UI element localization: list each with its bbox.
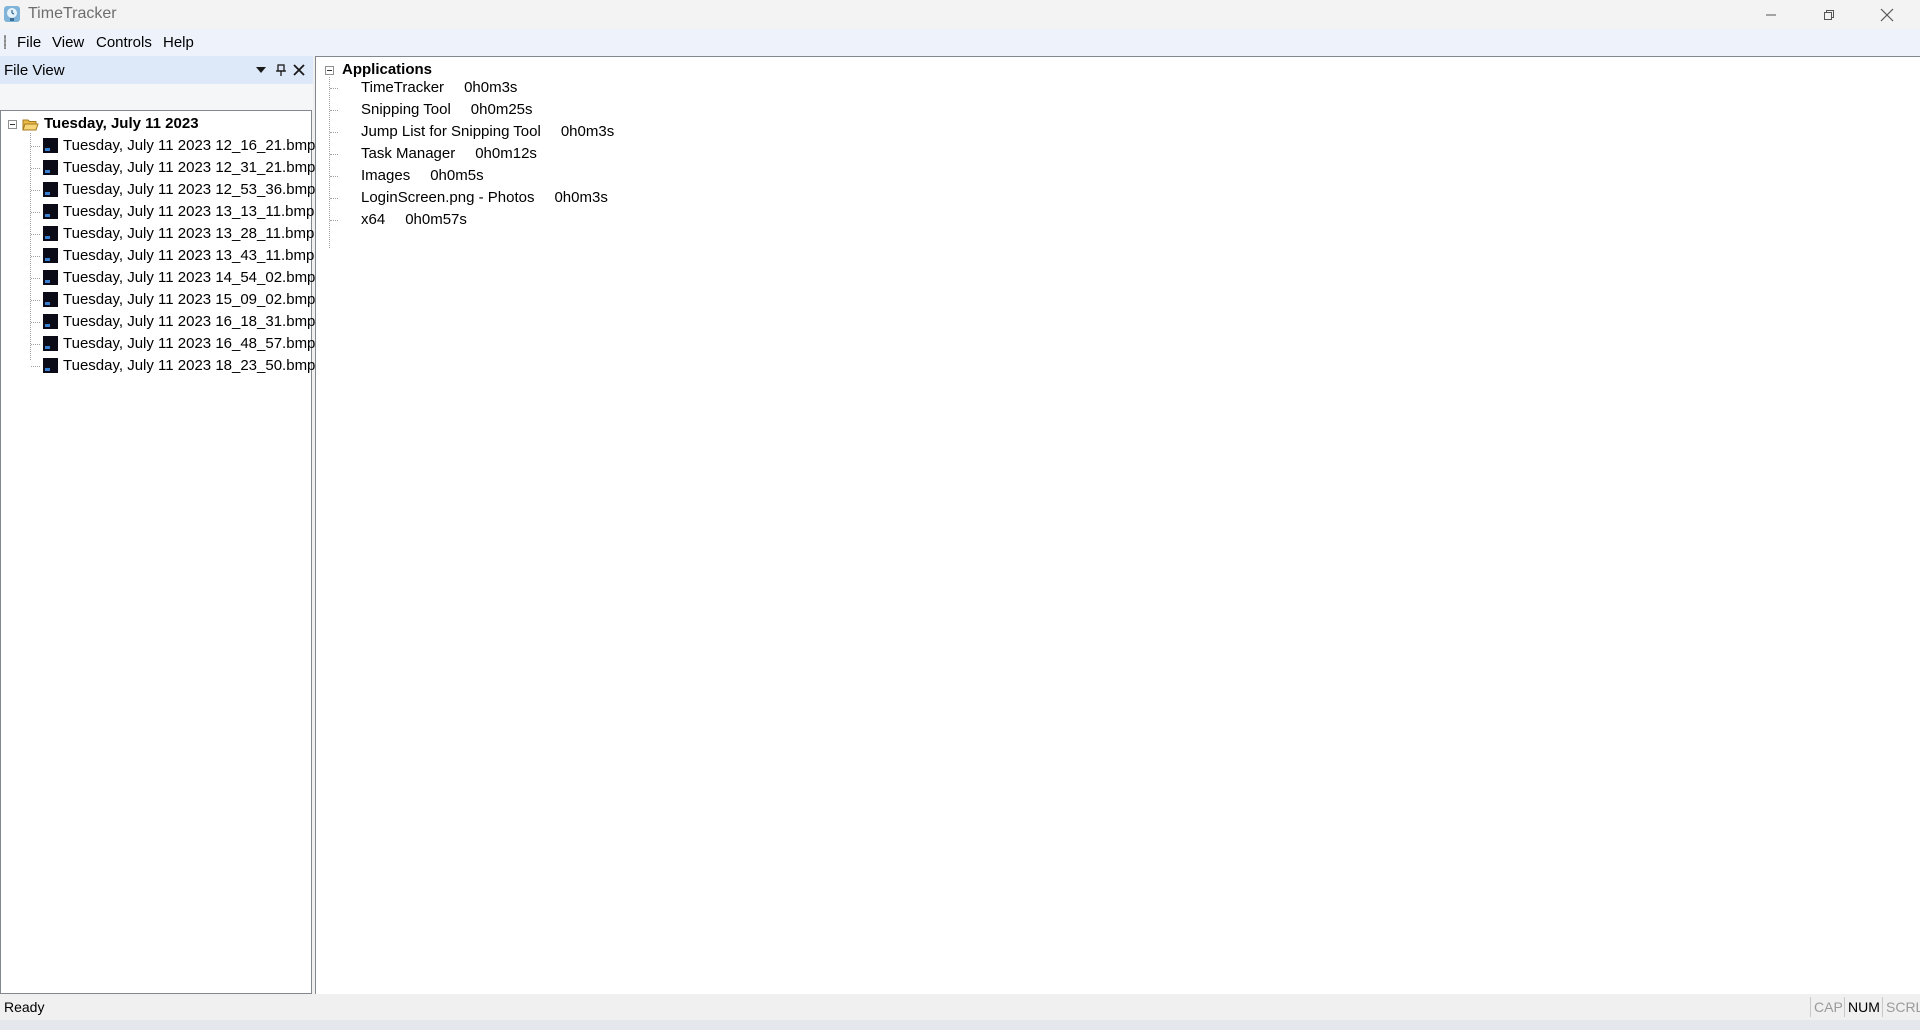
menu-bar: File View Controls Help (0, 29, 1920, 56)
tree-connector (31, 366, 40, 367)
file-node[interactable]: Tuesday, July 11 2023 16_48_57.bmp (63, 333, 315, 355)
file-node[interactable]: Tuesday, July 11 2023 13_43_11.bmp (63, 245, 314, 267)
menu-file[interactable]: File (17, 34, 41, 51)
bitmap-file-icon (43, 204, 58, 219)
bitmap-file-icon (43, 292, 58, 307)
menu-help[interactable]: Help (163, 34, 194, 51)
scroll-lock-indicator: SCRL (1882, 997, 1920, 1017)
tree-connector (31, 190, 40, 191)
tree-connector (31, 146, 40, 147)
file-view-pane: File View Tuesday, July 11 2023 Tuesday,… (0, 56, 315, 994)
tree-connector (330, 198, 338, 199)
application-name: Images (361, 167, 411, 184)
file-node[interactable]: Tuesday, July 11 2023 12_53_36.bmp (63, 179, 315, 201)
tree-connector (31, 168, 40, 169)
tree-connector (31, 212, 40, 213)
application-duration: 0h0m3s (554, 189, 608, 206)
tree-connector (330, 220, 338, 221)
bitmap-file-icon (43, 226, 58, 241)
close-icon (1880, 8, 1894, 21)
tree-connector (330, 110, 338, 111)
title-bar[interactable]: TimeTracker (0, 0, 1920, 29)
tree-connector (31, 234, 40, 235)
applications-pane[interactable]: Applications TimeTracker 0h0m3s Snipping T… (315, 56, 1920, 994)
bitmap-file-icon (43, 138, 58, 153)
application-node[interactable]: Jump List for Snipping Tool 0h0m3s (361, 121, 614, 143)
tree-connector (330, 154, 338, 155)
tree-connector (330, 132, 338, 133)
tree-connector (31, 300, 40, 301)
application-name: Task Manager (361, 145, 456, 162)
file-tree[interactable]: Tuesday, July 11 2023 Tuesday, July 11 2… (0, 110, 315, 994)
file-view-toolbar (0, 84, 313, 110)
pin-icon[interactable] (274, 63, 288, 77)
date-folder-node[interactable]: Tuesday, July 11 2023 (44, 113, 199, 135)
application-node[interactable]: Task Manager 0h0m12s (361, 143, 537, 165)
status-text: Ready (4, 999, 45, 1015)
file-node[interactable]: Tuesday, July 11 2023 18_23_50.bmp (63, 355, 315, 377)
taskbar-edge (0, 1020, 1920, 1030)
caps-lock-indicator: CAP (1810, 997, 1846, 1017)
file-node[interactable]: Tuesday, July 11 2023 14_54_02.bmp (63, 267, 315, 289)
dropdown-arrow-icon[interactable] (254, 63, 268, 77)
bitmap-file-icon (43, 248, 58, 263)
application-name: x64 (361, 211, 386, 228)
file-node[interactable]: Tuesday, July 11 2023 12_31_21.bmp (63, 157, 315, 179)
window-title: TimeTracker (28, 5, 117, 22)
bitmap-file-icon (43, 160, 58, 175)
status-bar: Ready CAP NUM SCRL (0, 994, 1920, 1020)
file-node[interactable]: Tuesday, July 11 2023 12_16_21.bmp (63, 135, 315, 157)
bitmap-file-icon (43, 314, 58, 329)
bitmap-file-icon (43, 182, 58, 197)
file-node[interactable]: Tuesday, July 11 2023 15_09_02.bmp (63, 289, 315, 311)
menu-grip[interactable] (4, 35, 6, 49)
restore-button[interactable] (1800, 0, 1858, 29)
application-name: TimeTracker (361, 79, 445, 96)
application-node[interactable]: TimeTracker 0h0m3s (361, 77, 517, 99)
application-duration: 0h0m3s (464, 79, 518, 96)
application-duration: 0h0m25s (470, 101, 533, 118)
tree-connector (330, 88, 338, 89)
restore-icon (1824, 9, 1834, 20)
bitmap-file-icon (43, 358, 58, 373)
tree-connector (31, 344, 40, 345)
applications-collapse-toggle[interactable] (325, 66, 334, 75)
open-folder-icon (22, 119, 39, 131)
menu-view[interactable]: View (52, 34, 84, 51)
bitmap-file-icon (43, 336, 58, 351)
application-node[interactable]: Images 0h0m5s (361, 165, 484, 187)
tree-connector (329, 77, 330, 248)
file-node[interactable]: Tuesday, July 11 2023 13_13_11.bmp (63, 201, 314, 223)
tree-connector (31, 278, 40, 279)
timetracker-app-icon (4, 6, 20, 22)
application-name: LoginScreen.png - Photos (361, 189, 535, 206)
file-view-title: File View (4, 62, 65, 79)
application-node[interactable]: LoginScreen.png - Photos 0h0m3s (361, 187, 608, 209)
application-duration: 0h0m3s (560, 123, 615, 140)
application-name: Jump List for Snipping Tool (361, 123, 541, 140)
tree-connector (31, 322, 40, 323)
pane-close-icon[interactable] (292, 63, 306, 77)
application-duration: 0h0m12s (475, 145, 537, 162)
file-node[interactable]: Tuesday, July 11 2023 16_18_31.bmp (63, 311, 315, 333)
tree-connector (330, 176, 338, 177)
tree-connector (31, 256, 40, 257)
application-duration: 0h0m57s (405, 211, 467, 228)
minimize-icon (1766, 14, 1776, 15)
bitmap-file-icon (43, 270, 58, 285)
file-node[interactable]: Tuesday, July 11 2023 13_28_11.bmp (63, 223, 314, 245)
collapse-toggle[interactable] (8, 120, 17, 129)
application-node[interactable]: x64 0h0m57s (361, 209, 467, 231)
num-lock-indicator: NUM (1844, 997, 1883, 1017)
application-duration: 0h0m5s (430, 167, 484, 184)
application-node[interactable]: Snipping Tool 0h0m25s (361, 99, 533, 121)
minimize-button[interactable] (1742, 0, 1800, 29)
menu-controls[interactable]: Controls (96, 34, 152, 51)
file-view-caption[interactable]: File View (0, 56, 313, 84)
close-button[interactable] (1858, 0, 1916, 29)
application-name: Snipping Tool (361, 101, 451, 118)
